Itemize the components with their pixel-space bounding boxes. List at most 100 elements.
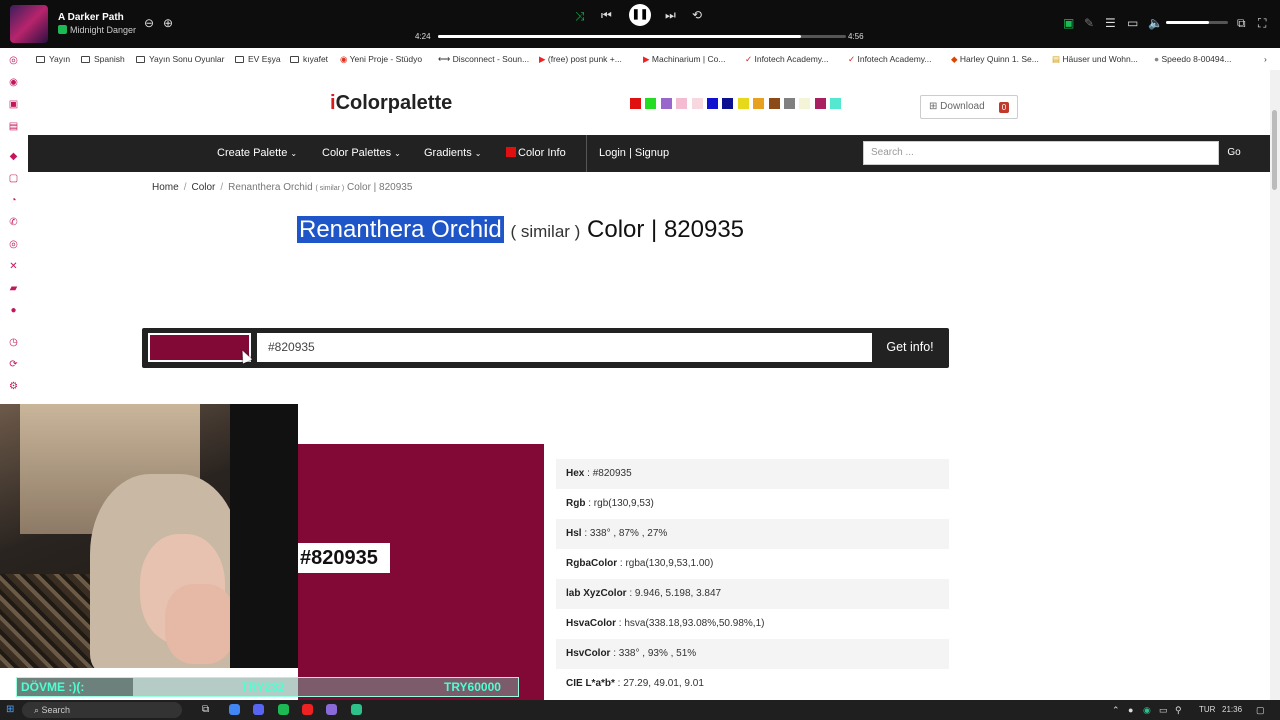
chrome-icon[interactable] [229,704,240,715]
minus-circle-icon[interactable]: ⊖ [144,16,154,30]
sidebar-icon[interactable]: ● [8,305,19,316]
palette-swatch[interactable] [660,98,672,109]
color-name-selected[interactable]: Renanthera Orchid [297,216,504,243]
palette-swatch[interactable] [707,98,718,109]
palette-swatch[interactable] [630,98,641,109]
sidebar-icon[interactable]: ▣ [8,99,19,110]
sidebar-icon[interactable]: ✆ [8,217,19,228]
progress-bar[interactable] [438,35,846,38]
scrollbar[interactable] [1270,70,1280,700]
pause-button[interactable]: ❚❚ [629,4,651,26]
bookmark-folder[interactable]: EV Eşya [235,54,281,64]
tray-chevron-icon[interactable]: ⌃ [1112,703,1120,717]
song-title[interactable]: A Darker Path [58,12,124,23]
download-button[interactable]: ⊞ Download 0 [920,95,1018,119]
taskbar-search[interactable]: ⌕ Search [22,702,182,718]
bookmark-folder[interactable]: Spanish [81,54,125,64]
search-go-button[interactable]: Go [1219,141,1249,165]
sidebar-icon[interactable]: ▢ [8,173,19,184]
scrollbar-thumb[interactable] [1272,110,1277,190]
sidebar-icon[interactable]: ⟳ [8,359,19,370]
connect-device-icon[interactable]: ▭ [1127,16,1138,30]
song-artist[interactable]: Midnight Danger [58,25,136,35]
nav-login-signup[interactable]: Login | Signup [599,135,669,172]
bookmark-link[interactable]: ▶ Machinarium | Co... [643,54,725,65]
app-icon[interactable] [351,704,362,715]
palette-swatch[interactable] [830,98,842,109]
nav-color-palettes[interactable]: Color Palettes ⌄ [322,135,401,172]
palette-swatch[interactable] [645,98,657,109]
shuffle-icon[interactable]: ⤨ [575,9,585,23]
windows-start-icon[interactable]: ⊞ [6,703,14,717]
hex-input[interactable]: #820935 [257,333,872,362]
sidebar-icon[interactable]: ◷ [8,337,19,348]
settings-icon[interactable]: ⚙ [8,381,19,392]
bookmark-link[interactable]: ✓ Infotech Academy... [745,54,829,65]
bookmark-link[interactable]: ● Speedo 8-00494... [1154,54,1231,64]
tray-network-icon[interactable]: ⚲ [1175,703,1182,717]
sidebar-icon[interactable]: ◉ [8,77,19,88]
mini-player-icon[interactable]: ⧉ [1237,16,1246,30]
spotify-icon[interactable] [278,704,289,715]
sidebar-icon[interactable]: ◔ [8,195,19,206]
bookmark-folder[interactable]: kıyafet [290,54,328,64]
get-info-button[interactable]: Get info! [875,333,945,362]
queue-icon[interactable]: ☰ [1105,16,1116,30]
palette-swatch[interactable] [814,98,826,109]
app-icon[interactable] [302,704,313,715]
now-playing-view-icon[interactable]: ▣ [1063,16,1074,30]
volume-icon[interactable]: 🔈 [1148,16,1163,30]
chevron-down-icon: ⌄ [474,149,482,158]
breadcrumb-color[interactable]: Color [191,182,215,193]
nav-gradients[interactable]: Gradients ⌄ [424,135,481,172]
album-art[interactable] [10,5,48,43]
palette-swatch[interactable] [676,98,688,109]
bookmark-link[interactable]: ▶ (free) post punk +... [539,54,622,65]
nav-color-info[interactable]: Color Info [506,135,566,172]
next-track-icon[interactable]: ⏭ [665,8,676,22]
tray-display-icon[interactable]: ▭ [1159,703,1168,717]
sidebar-icon[interactable]: ◎ [8,55,19,66]
palette-swatch[interactable] [753,98,765,109]
bookmark-folder[interactable]: Yayın [36,54,70,64]
bookmark-link[interactable]: ◉ Yeni Proje - Stüdyo [340,54,422,65]
breadcrumb-current-similar: ( similar ) [315,185,345,192]
palette-swatch[interactable] [799,98,811,109]
breadcrumb-home[interactable]: Home [152,182,179,193]
bookmark-link[interactable]: ✓ Infotech Academy... [848,54,932,65]
fullscreen-icon[interactable]: ⛶ [1258,16,1266,30]
bookmark-link[interactable]: ▤ Häuser und Wohn... [1052,54,1138,65]
bookmark-link[interactable]: ⟷ Disconnect - Soun... [438,54,529,65]
task-view-icon[interactable]: ⧉ [202,703,209,717]
notification-icon[interactable]: ▢ [1256,703,1265,717]
palette-swatch[interactable] [722,98,734,109]
microphone-icon[interactable]: ✎ [1084,16,1094,30]
palette-swatch[interactable] [691,98,703,109]
taskbar-language[interactable]: TUR [1199,705,1215,714]
more-bookmarks-icon[interactable]: › [1264,54,1267,64]
volume-slider[interactable] [1166,21,1228,24]
app-icon[interactable] [326,704,337,715]
discord-icon[interactable] [253,704,264,715]
plus-circle-icon[interactable]: ⊕ [163,16,173,30]
volume-fill [1166,21,1210,24]
sidebar-icon[interactable]: ◆ [8,151,19,162]
tray-app-icon[interactable]: ◉ [1143,703,1151,717]
sidebar-icon[interactable]: ◎ [8,239,19,250]
palette-swatch[interactable] [737,98,749,109]
site-search-input[interactable]: Search ... [863,141,1219,165]
repeat-icon[interactable]: ⟲ [692,8,702,22]
discord-icon[interactable]: ▰ [8,283,19,294]
x-icon[interactable]: ✕ [8,261,19,272]
bookmark-folder[interactable]: Yayın Sonu Oyunlar [136,54,224,64]
taskbar-clock[interactable]: 21:36 [1222,705,1242,714]
bookmark-link[interactable]: ◆ Harley Quinn 1. Se... [951,54,1039,65]
tray-mic-icon[interactable]: ● [1128,703,1133,717]
palette-swatch[interactable] [784,98,795,109]
sidebar-icon[interactable]: ▤ [8,121,19,132]
nav-create-palette[interactable]: Create Palette ⌄ [217,135,297,172]
color-picker-swatch[interactable] [148,333,251,362]
previous-track-icon[interactable]: ⏮ [601,8,612,22]
site-logo[interactable]: iColorpalette [330,92,452,115]
palette-swatch[interactable] [768,98,780,109]
